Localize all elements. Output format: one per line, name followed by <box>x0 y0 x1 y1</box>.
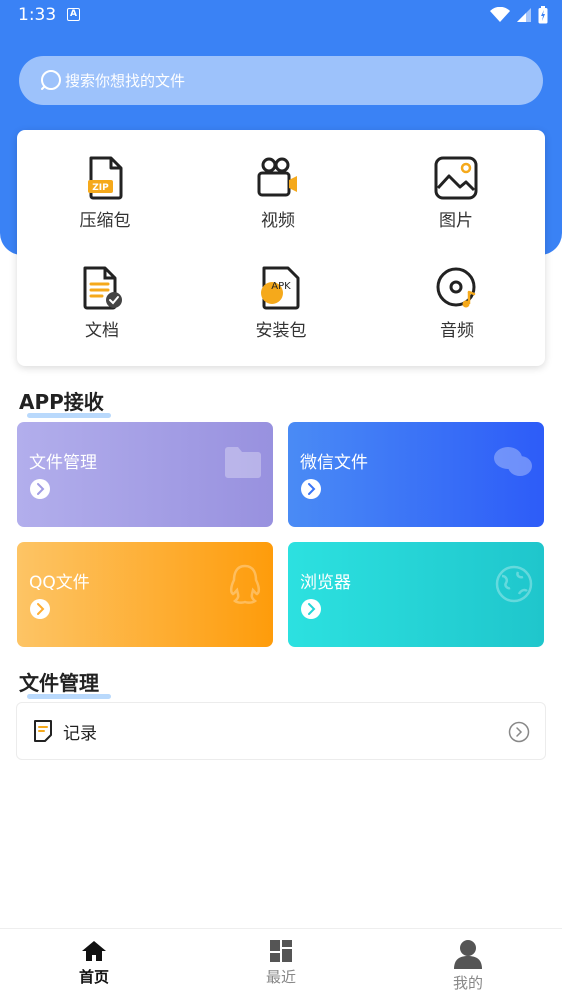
arrow-right-icon <box>301 599 321 619</box>
status-icons <box>490 6 548 24</box>
apk-badge: APK <box>271 281 291 292</box>
category-label: 文档 <box>85 321 119 341</box>
qq-icon <box>229 564 261 604</box>
chevron-right-circle-icon <box>508 721 530 743</box>
section-title-text: APP接收 <box>19 390 104 414</box>
card-title: 浏览器 <box>300 573 351 593</box>
nav-recent[interactable]: 最近 <box>241 939 321 987</box>
status-bar: 1:33 A <box>0 0 562 32</box>
home-icon <box>82 941 106 961</box>
nav-label: 最近 <box>265 968 296 986</box>
card-browser[interactable]: 浏览器 <box>288 542 544 647</box>
section-title-app-receive: APP接收 <box>19 386 111 418</box>
card-file-manager[interactable]: 文件管理 <box>17 422 273 527</box>
card-wechat[interactable]: 微信文件 <box>288 422 544 527</box>
bottom-nav: 首页 最近 我的 <box>0 928 562 1000</box>
arrow-right-icon <box>301 479 321 499</box>
card-title: 文件管理 <box>29 453 97 473</box>
signal-icon <box>517 8 531 22</box>
category-label: 压缩包 <box>79 211 131 231</box>
arrow-right-icon <box>30 479 50 499</box>
image-icon <box>434 156 478 200</box>
category-label: 安装包 <box>255 321 307 341</box>
globe-icon <box>495 565 533 603</box>
record-icon <box>34 720 52 742</box>
section-title-text: 文件管理 <box>19 671 99 695</box>
category-image[interactable]: 图片 <box>396 156 516 236</box>
category-apk[interactable]: APK 安装包 <box>221 266 341 346</box>
section-title-file-management: 文件管理 <box>19 667 111 699</box>
search-icon <box>41 69 61 90</box>
nav-home[interactable]: 首页 <box>54 939 134 987</box>
category-grid: ZIP 压缩包 视频 图片 文档 APK 安装包 音频 <box>17 130 545 366</box>
wechat-icon <box>494 447 532 476</box>
nav-label: 我的 <box>452 974 483 992</box>
nav-mine[interactable]: 我的 <box>428 939 508 993</box>
video-camera-icon <box>257 157 297 197</box>
battery-icon <box>538 6 548 24</box>
category-audio[interactable]: 音频 <box>397 266 517 346</box>
category-label: 音频 <box>440 321 474 341</box>
category-document[interactable]: 文档 <box>42 266 162 346</box>
record-label: 记录 <box>63 723 97 744</box>
folder-icon <box>225 447 261 478</box>
record-row[interactable]: 记录 <box>16 702 546 760</box>
notification-icon: A <box>67 8 80 21</box>
card-title: 微信文件 <box>300 453 368 473</box>
apk-icon: APK <box>261 266 300 310</box>
recent-grid-icon <box>270 940 292 962</box>
svg-text:ZIP: ZIP <box>92 183 109 193</box>
wifi-icon <box>490 7 510 22</box>
status-time: 1:33 <box>18 5 57 25</box>
category-video[interactable]: 视频 <box>218 156 338 236</box>
nav-label: 首页 <box>78 968 109 986</box>
audio-disc-icon <box>436 267 476 308</box>
category-label: 视频 <box>261 211 295 231</box>
card-qq[interactable]: QQ文件 <box>17 542 273 647</box>
search-bar[interactable]: 搜索你想找的文件 <box>19 56 543 105</box>
card-title: QQ文件 <box>29 573 90 593</box>
arrow-right-icon <box>30 599 50 619</box>
document-icon <box>83 266 122 310</box>
category-zip[interactable]: ZIP 压缩包 <box>45 156 165 236</box>
category-label: 图片 <box>439 211 473 231</box>
zip-icon: ZIP <box>88 156 123 200</box>
person-icon <box>454 940 482 969</box>
search-placeholder: 搜索你想找的文件 <box>65 72 186 90</box>
